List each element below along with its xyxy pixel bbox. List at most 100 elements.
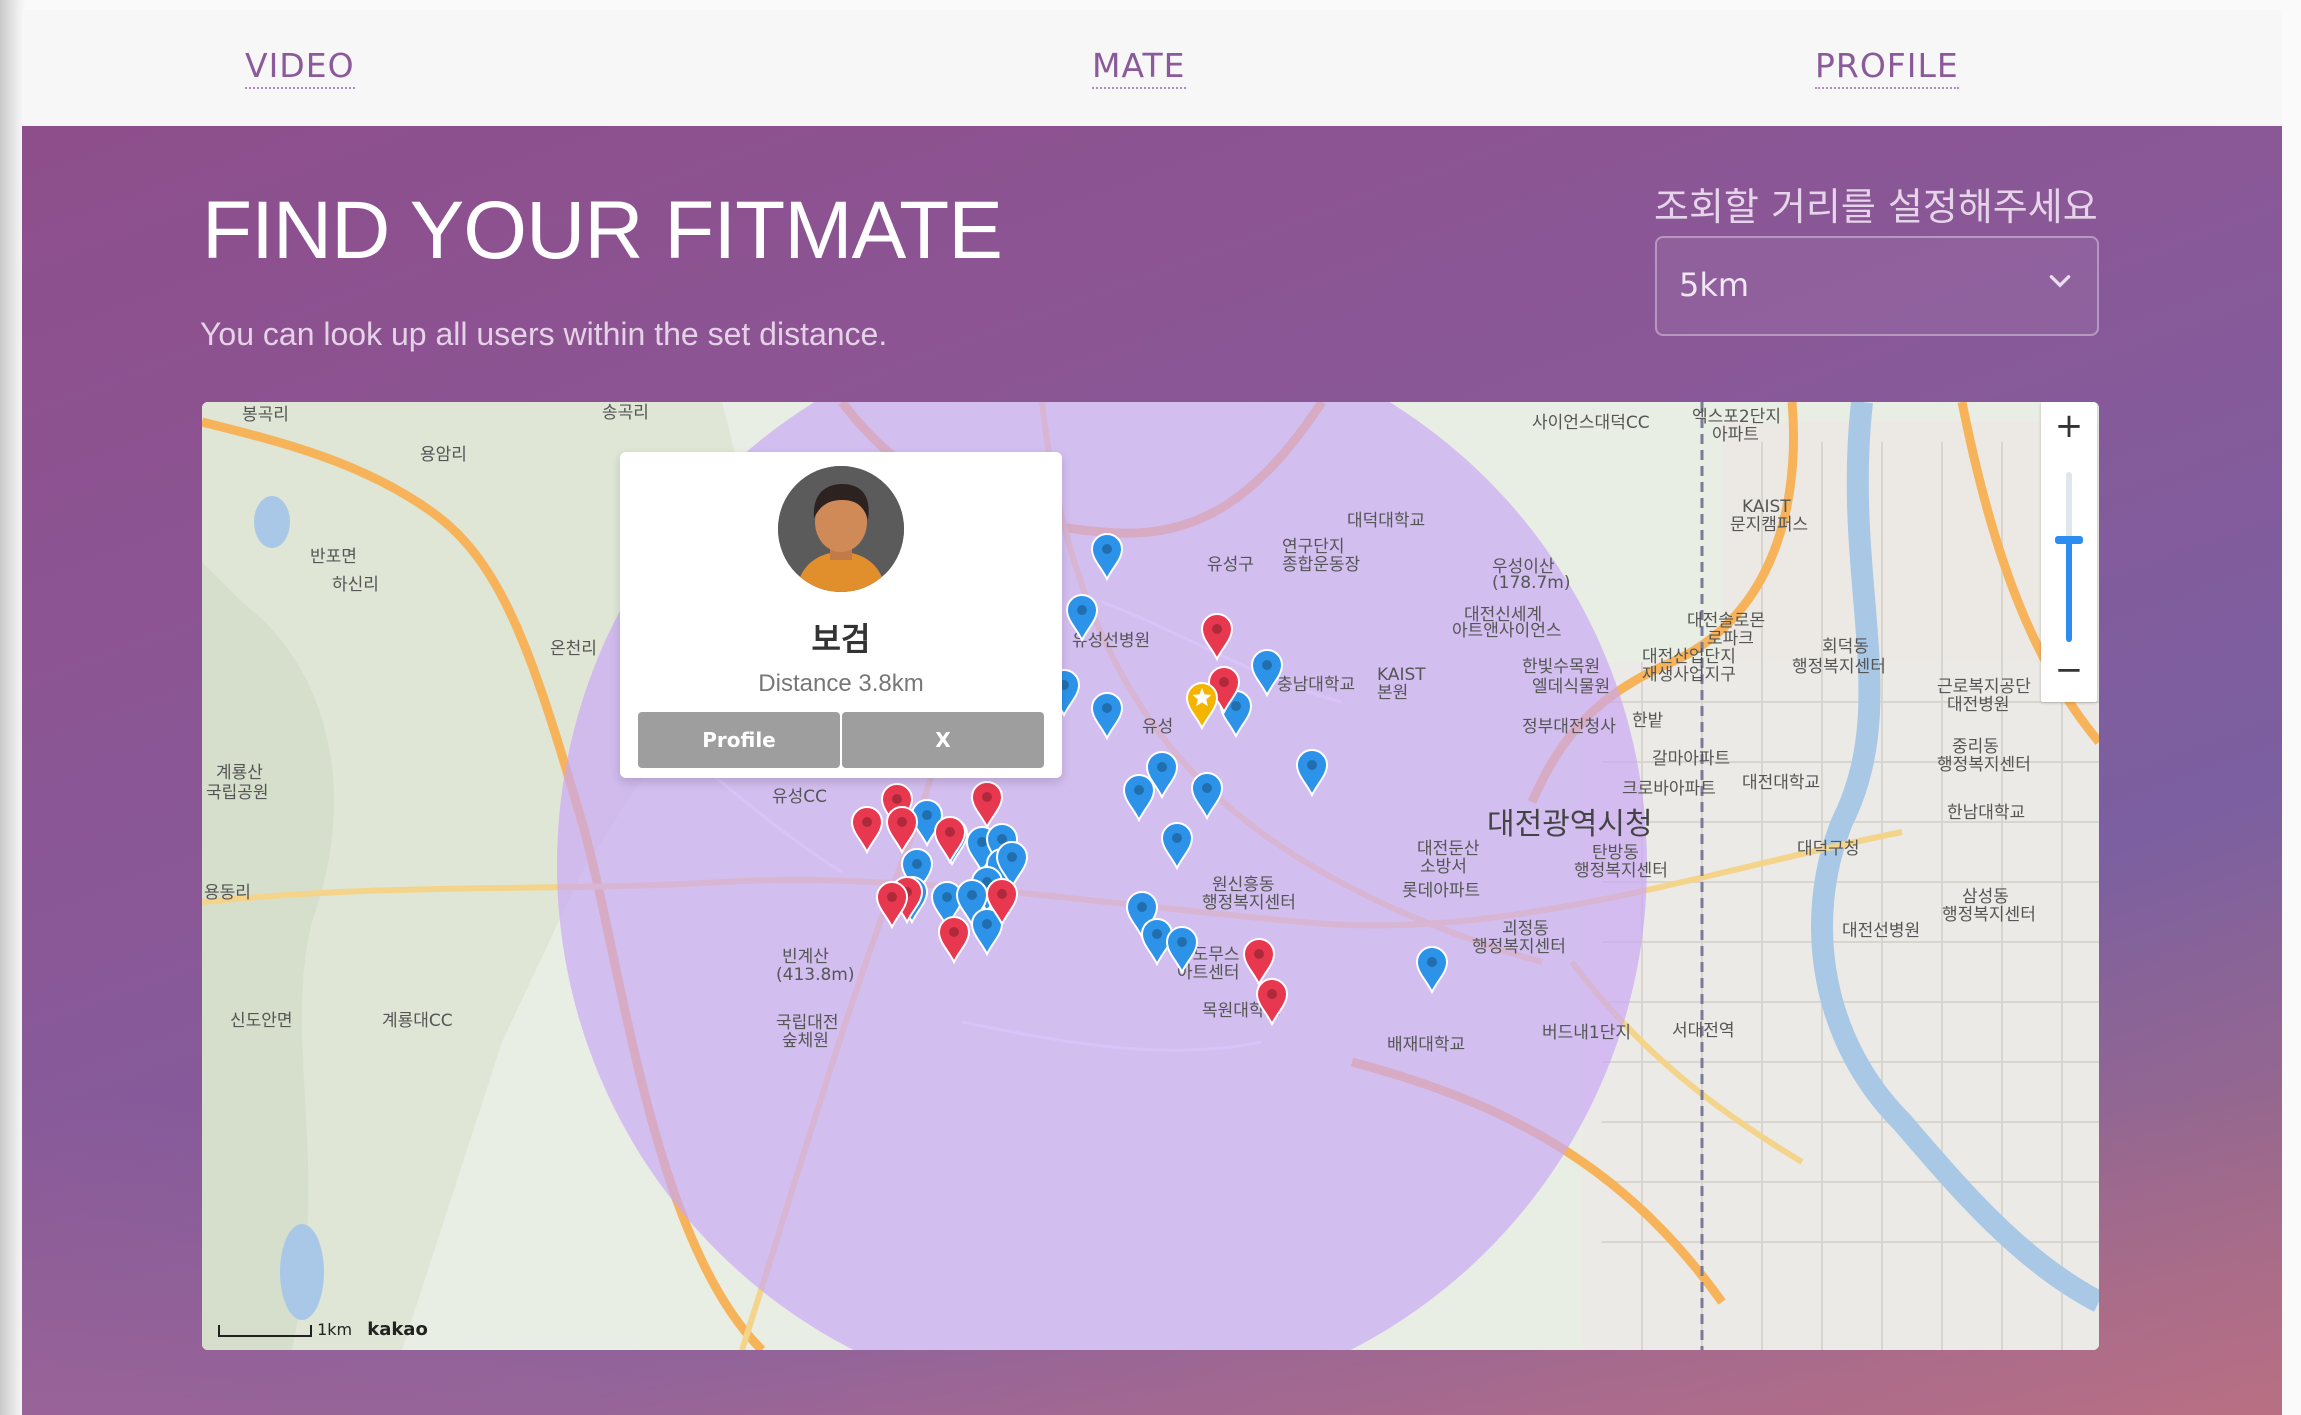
close-popup-button[interactable]: X	[842, 712, 1044, 768]
svg-text:롯데아파트: 롯데아파트	[1402, 881, 1480, 901]
svg-text:엘데식물원: 엘데식물원	[1532, 677, 1610, 697]
svg-text:(413.8m): (413.8m)	[776, 965, 855, 985]
marker-dot	[949, 927, 959, 937]
marker-dot	[1219, 677, 1229, 687]
svg-text:대덕구청: 대덕구청	[1797, 839, 1860, 859]
svg-text:탄방동: 탄방동	[1592, 843, 1639, 863]
svg-text:배재대학교: 배재대학교	[1387, 1035, 1465, 1055]
kakao-logo: kakao	[367, 1319, 428, 1340]
marker-dot	[1077, 605, 1087, 615]
user-info-popup: 보검 Distance 3.8km Profile X	[620, 452, 1062, 778]
svg-text:행정복지센터: 행정복지센터	[1574, 861, 1668, 881]
svg-text:용동리: 용동리	[204, 883, 251, 903]
nav-mate-link[interactable]: MATE	[1092, 46, 1186, 89]
svg-text:충남대학교: 충남대학교	[1277, 675, 1355, 695]
marker-dot	[862, 817, 872, 827]
chevron-down-icon	[2049, 275, 2071, 288]
map-canvas[interactable]: 봉곡리송곡리 용암리반포면 하신리온천리 갈하산계룡산 국립공원용동리 빈계산(…	[202, 402, 2099, 1350]
marker-dot	[1152, 929, 1162, 939]
marker-dot	[967, 890, 977, 900]
marker-dot	[1102, 544, 1112, 554]
svg-text:삼성동: 삼성동	[1962, 887, 2009, 907]
svg-text:봉곡리: 봉곡리	[242, 405, 289, 425]
svg-text:유성CC: 유성CC	[772, 787, 827, 807]
user-distance: Distance 3.8km	[758, 670, 924, 697]
marker-dot	[922, 810, 932, 820]
svg-text:근로복지공단: 근로복지공단	[1937, 677, 2031, 697]
svg-text:갈마아파트: 갈마아파트	[1652, 749, 1730, 769]
marker-dot	[1177, 937, 1187, 947]
svg-text:버드내1단지: 버드내1단지	[1542, 1023, 1631, 1043]
svg-text:국립공원: 국립공원	[206, 783, 269, 803]
nav-profile-link[interactable]: PROFILE	[1815, 46, 1959, 89]
svg-text:대전둔산: 대전둔산	[1417, 839, 1480, 859]
svg-text:행정복지센터: 행정복지센터	[1792, 657, 1886, 677]
svg-text:KAIST: KAIST	[1377, 665, 1426, 685]
marker-dot	[942, 892, 952, 902]
hero-section: FIND YOUR FITMATE You can look up all us…	[22, 126, 2282, 1415]
svg-text:하신리: 하신리	[332, 575, 379, 595]
nav-video-link[interactable]: VIDEO	[245, 46, 355, 89]
marker-dot	[1202, 783, 1212, 793]
zoom-slider-handle[interactable]	[2055, 536, 2083, 544]
marker-dot	[1427, 957, 1437, 967]
top-navigation: VIDEO MATE PROFILE	[22, 10, 2282, 126]
svg-text:재생사업지구: 재생사업지구	[1642, 665, 1736, 685]
marker-dot	[1254, 949, 1264, 959]
marker-dot	[1134, 785, 1144, 795]
svg-text:로파크: 로파크	[1707, 629, 1754, 649]
map-scale: 1km kakao	[218, 1319, 428, 1340]
svg-text:본원: 본원	[1377, 683, 1408, 703]
distance-select[interactable]: 5km	[1655, 236, 2099, 336]
svg-text:한빛수목원: 한빛수목원	[1522, 657, 1600, 677]
svg-text:유성구: 유성구	[1207, 555, 1254, 575]
marker-dot	[1267, 989, 1277, 999]
marker-dot	[1262, 660, 1272, 670]
svg-text:반포면: 반포면	[310, 547, 357, 567]
svg-text:행정복지센터: 행정복지센터	[1937, 755, 2031, 775]
svg-text:서대전역: 서대전역	[1672, 1021, 1735, 1041]
svg-text:크로바아파트: 크로바아파트	[1622, 779, 1716, 799]
zoom-out-button[interactable]: −	[2041, 650, 2097, 690]
marker-dot	[982, 792, 992, 802]
svg-text:계룡대CC: 계룡대CC	[382, 1011, 453, 1031]
marker-dot	[1137, 902, 1147, 912]
page-subtitle: You can look up all users within the set…	[200, 316, 888, 352]
zoom-control: + −	[2041, 402, 2097, 702]
svg-text:KAIST: KAIST	[1742, 497, 1791, 517]
svg-text:온천리: 온천리	[550, 639, 597, 659]
svg-text:국립대전: 국립대전	[776, 1013, 839, 1033]
svg-text:원신흥동: 원신흥동	[1212, 875, 1275, 895]
svg-text:대전솔로몬: 대전솔로몬	[1687, 611, 1765, 631]
svg-text:대전선병원: 대전선병원	[1842, 921, 1920, 941]
marker-dot	[1102, 703, 1112, 713]
person-avatar-icon	[778, 466, 904, 592]
svg-text:대전광역시청: 대전광역시청	[1487, 807, 1653, 842]
svg-text:송곡리: 송곡리	[602, 403, 649, 423]
svg-text:대전병원: 대전병원	[1947, 695, 2010, 715]
marker-dot	[897, 817, 907, 827]
svg-text:신도안면: 신도안면	[230, 1011, 293, 1031]
view-profile-button[interactable]: Profile	[638, 712, 840, 768]
map-view[interactable]: 봉곡리송곡리 용암리반포면 하신리온천리 갈하산계룡산 국립공원용동리 빈계산(…	[202, 402, 2099, 1350]
svg-text:숲체원: 숲체원	[782, 1031, 829, 1051]
svg-text:아트앤사이언스: 아트앤사이언스	[1452, 621, 1561, 641]
svg-text:대전산업단지: 대전산업단지	[1642, 647, 1736, 667]
marker-dot	[1172, 833, 1182, 843]
zoom-slider-fill	[2066, 540, 2072, 642]
scale-label: 1km	[317, 1320, 353, 1339]
marker-dot	[982, 919, 992, 929]
svg-text:한밭: 한밭	[1632, 711, 1664, 731]
marker-dot	[977, 837, 987, 847]
marker-dot	[997, 889, 1007, 899]
user-name: 보검	[811, 620, 871, 658]
svg-text:정부대전청사: 정부대전청사	[1522, 717, 1616, 737]
svg-text:행정복지센터: 행정복지센터	[1202, 893, 1296, 913]
page-title: FIND YOUR FITMATE	[202, 185, 1003, 276]
marker-dot	[1231, 701, 1241, 711]
svg-text:소방서: 소방서	[1420, 857, 1467, 877]
svg-text:한남대학교: 한남대학교	[1947, 803, 2025, 823]
distance-select-label: 조회할 거리를 설정해주세요	[1654, 185, 2098, 229]
zoom-in-button[interactable]: +	[2041, 406, 2097, 446]
scale-bar	[218, 1324, 312, 1337]
